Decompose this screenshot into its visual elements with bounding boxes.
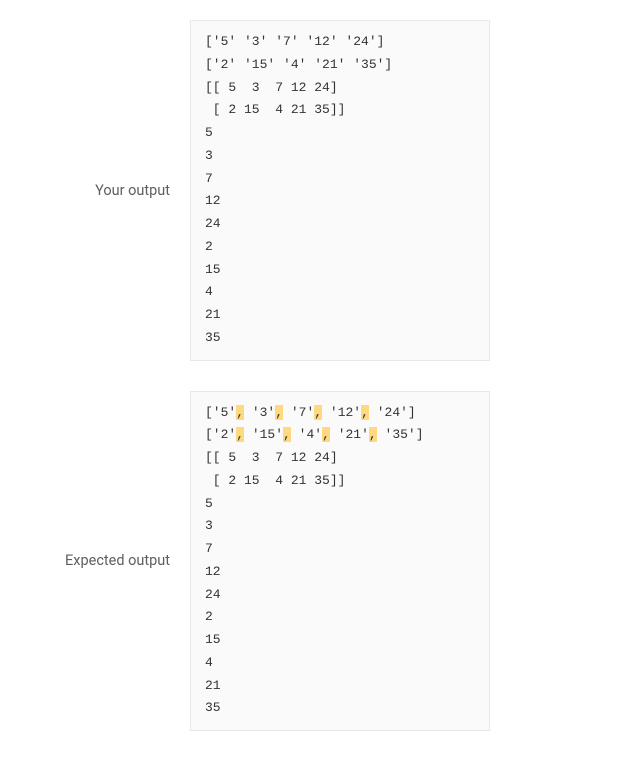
code-line: ['5', '3', '7', '12', '24'] (205, 402, 475, 425)
code-text: 7 (205, 541, 213, 556)
code-line: 5 (205, 122, 475, 145)
code-text: '7' (283, 405, 314, 420)
diff-highlight: , (314, 405, 322, 420)
expected-output-label: Expected output (0, 552, 190, 569)
diff-highlight: , (275, 405, 283, 420)
code-line: 3 (205, 515, 475, 538)
code-line: 15 (205, 259, 475, 282)
code-line: 12 (205, 190, 475, 213)
diff-highlight: , (236, 427, 244, 442)
code-line: [[ 5 3 7 12 24] (205, 447, 475, 470)
code-text: 24 (205, 587, 221, 602)
code-line: 12 (205, 561, 475, 584)
code-line: 24 (205, 213, 475, 236)
your-output-code: ['5' '3' '7' '12' '24']['2' '15' '4' '21… (190, 20, 490, 361)
code-text: '35'] (377, 427, 424, 442)
code-text: ['2' (205, 427, 236, 442)
code-line: 7 (205, 168, 475, 191)
code-line: 24 (205, 584, 475, 607)
code-line: 3 (205, 145, 475, 168)
code-line: 21 (205, 304, 475, 327)
diff-highlight: , (322, 427, 330, 442)
code-line: 21 (205, 675, 475, 698)
code-line: 4 (205, 652, 475, 675)
code-text: '12' (322, 405, 361, 420)
code-line: ['2' '15' '4' '21' '35'] (205, 54, 475, 77)
diff-highlight: , (283, 427, 291, 442)
code-line: 5 (205, 493, 475, 516)
code-line: ['5' '3' '7' '12' '24'] (205, 31, 475, 54)
expected-output-code: ['5', '3', '7', '12', '24']['2', '15', '… (190, 391, 490, 732)
code-line: 35 (205, 327, 475, 350)
code-line: 15 (205, 629, 475, 652)
your-output-label: Your output (0, 182, 190, 199)
code-line: [[ 5 3 7 12 24] (205, 77, 475, 100)
code-text: [[ 5 3 7 12 24] (205, 450, 338, 465)
code-line: 7 (205, 538, 475, 561)
your-output-section: Your output ['5' '3' '7' '12' '24']['2' … (0, 20, 614, 361)
code-text: 3 (205, 518, 213, 533)
diff-highlight: , (236, 405, 244, 420)
code-text: '24'] (369, 405, 416, 420)
diff-highlight: , (361, 405, 369, 420)
code-text: 15 (205, 632, 221, 647)
code-text: '3' (244, 405, 275, 420)
code-text: [ 2 15 4 21 35]] (205, 473, 345, 488)
diff-highlight: , (369, 427, 377, 442)
code-text: 4 (205, 655, 213, 670)
code-line: 2 (205, 606, 475, 629)
code-text: 21 (205, 678, 221, 693)
code-text: 35 (205, 700, 221, 715)
code-text: '21' (330, 427, 369, 442)
code-text: '15' (244, 427, 283, 442)
code-text: 5 (205, 496, 213, 511)
code-line: ['2', '15', '4', '21', '35'] (205, 424, 475, 447)
code-line: [ 2 15 4 21 35]] (205, 99, 475, 122)
expected-output-section: Expected output ['5', '3', '7', '12', '2… (0, 391, 614, 732)
code-text: '4' (291, 427, 322, 442)
code-text: 2 (205, 609, 213, 624)
code-text: ['5' (205, 405, 236, 420)
code-line: 35 (205, 697, 475, 720)
code-line: 2 (205, 236, 475, 259)
code-line: [ 2 15 4 21 35]] (205, 470, 475, 493)
code-line: 4 (205, 281, 475, 304)
code-text: 12 (205, 564, 221, 579)
